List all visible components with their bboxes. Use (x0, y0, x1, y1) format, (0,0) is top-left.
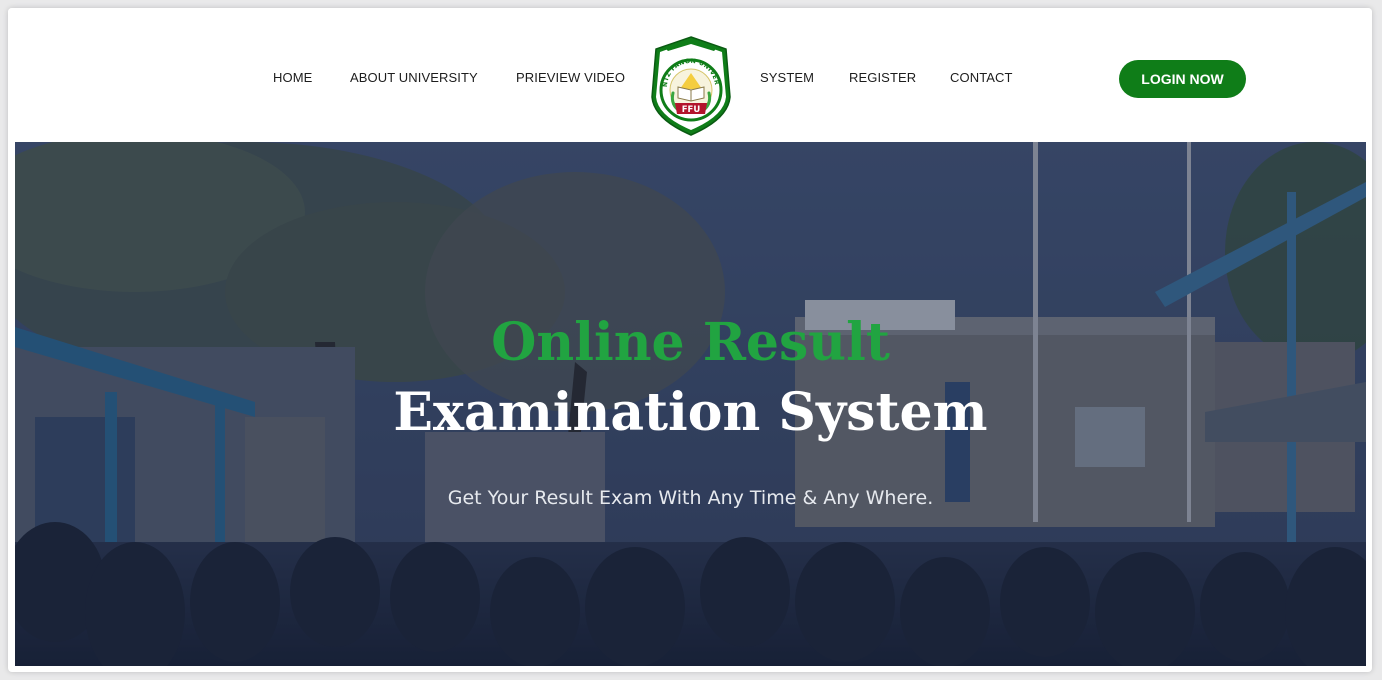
hero-title-online-result: Online Result (491, 312, 890, 373)
university-logo[interactable]: FRANTZ FANON UNIVERSITY FFU (645, 30, 734, 137)
nav-preview-video[interactable]: PRIEVIEW VIDEO (516, 70, 625, 85)
login-now-button[interactable]: LOGIN NOW (1119, 60, 1246, 98)
university-crest-icon: FRANTZ FANON UNIVERSITY FFU (645, 30, 731, 136)
page-frame: HOME ABOUT UNIVERSITY PRIEVIEW VIDEO FRA… (8, 8, 1372, 672)
site-header: HOME ABOUT UNIVERSITY PRIEVIEW VIDEO FRA… (8, 8, 1372, 142)
hero-title-examination-system: Examination System (393, 382, 988, 443)
logo-initials: FFU (682, 105, 701, 115)
nav-register[interactable]: REGISTER (849, 70, 916, 85)
nav-home[interactable]: HOME (273, 70, 312, 85)
nav-system[interactable]: SYSTEM (760, 70, 814, 85)
nav-contact[interactable]: CONTACT (950, 70, 1013, 85)
hero-banner: Online Result Examination System Get You… (15, 142, 1366, 666)
nav-about-university[interactable]: ABOUT UNIVERSITY (350, 70, 478, 85)
hero-subtitle: Get Your Result Exam With Any Time & Any… (447, 487, 934, 509)
